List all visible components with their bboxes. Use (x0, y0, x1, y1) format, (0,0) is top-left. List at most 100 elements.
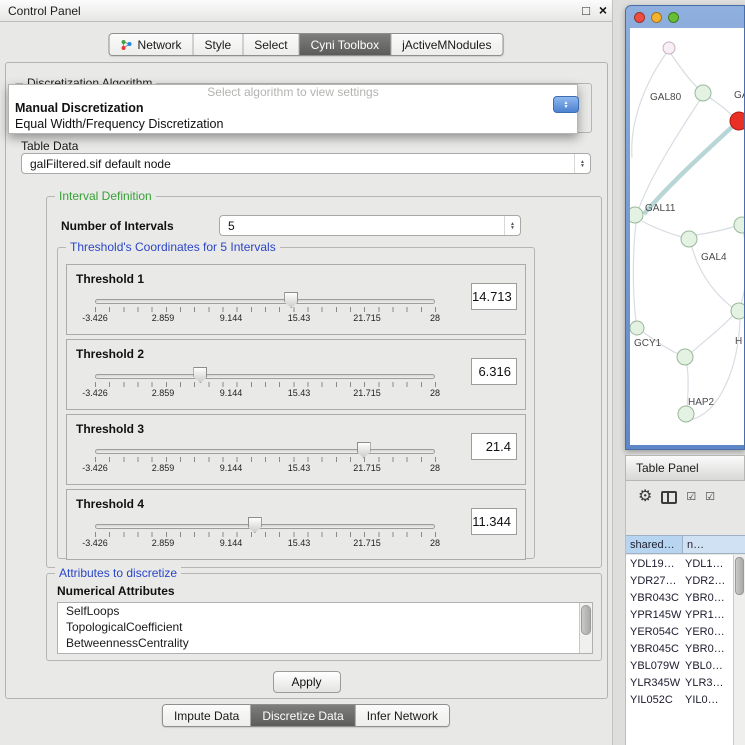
table-scrollbar-thumb[interactable] (735, 557, 744, 595)
network-node[interactable] (681, 231, 697, 247)
table-scrollbar[interactable] (733, 555, 745, 745)
network-edge[interactable] (671, 54, 698, 88)
threshold-2-value-field[interactable]: 6.316 (471, 358, 517, 385)
network-canvas[interactable]: GAL80GAGAL11GAL4GCY1HAP2H (630, 28, 744, 445)
threshold-4-value-field[interactable]: 11.344 (471, 508, 517, 535)
network-node[interactable] (630, 321, 644, 335)
cell-shared-name[interactable]: YBL079W (626, 660, 683, 672)
cell-shared-name[interactable]: YER054C (626, 626, 683, 638)
cell-name[interactable]: YPR1… (683, 609, 733, 621)
columns-icon[interactable] (661, 491, 677, 504)
numerical-attributes-list[interactable]: SelfLoopsTopologicalCoefficientBetweenne… (57, 602, 593, 654)
network-node[interactable] (695, 85, 711, 101)
close-icon[interactable]: × (599, 2, 607, 18)
slider-thumb[interactable] (357, 442, 371, 458)
network-edge[interactable] (741, 232, 744, 304)
slider-thumb[interactable] (248, 517, 262, 533)
cell-name[interactable]: YBL0… (683, 660, 733, 672)
network-node[interactable] (630, 207, 643, 223)
network-node[interactable] (730, 112, 744, 130)
network-node[interactable] (663, 42, 675, 54)
table-row[interactable]: YLR345WYLR3… (626, 674, 733, 691)
column-header-shared-name[interactable]: shared… (626, 536, 683, 553)
network-edge[interactable] (696, 226, 736, 235)
table-row[interactable]: YBR045CYBR0… (626, 640, 733, 657)
cell-name[interactable]: YLR3… (683, 677, 733, 689)
threshold-1-slider[interactable] (95, 291, 435, 311)
cell-shared-name[interactable]: YDR27… (626, 575, 683, 587)
tab-jactivemnodules[interactable]: jActiveMNodules (391, 34, 502, 55)
threshold-label: Threshold 2 (76, 347, 144, 361)
attribute-item[interactable]: SelfLoops (58, 603, 592, 619)
bottom-tab-discretize-data[interactable]: Discretize Data (251, 705, 355, 726)
threshold-1-value-field[interactable]: 14.713 (471, 283, 517, 310)
slider-thumb[interactable] (193, 367, 207, 383)
tab-network[interactable]: Network (110, 34, 194, 55)
network-node[interactable] (734, 217, 744, 233)
number-of-intervals-combo[interactable]: 5 ▲▼ (219, 215, 521, 236)
network-edge[interactable] (692, 316, 732, 352)
tab-style[interactable]: Style (194, 34, 244, 55)
bottom-tab-infer-network[interactable]: Infer Network (356, 705, 449, 726)
minimize-traffic-light-icon[interactable] (651, 12, 662, 23)
cell-name[interactable]: YIL0… (683, 694, 733, 706)
threshold-3-value-field[interactable]: 21.4 (471, 433, 517, 460)
cell-name[interactable]: YBR0… (683, 643, 733, 655)
slider-track[interactable] (95, 374, 435, 379)
cell-shared-name[interactable]: YIL052C (626, 694, 683, 706)
zoom-traffic-light-icon[interactable] (668, 12, 679, 23)
network-edge[interactable] (642, 221, 682, 237)
cell-shared-name[interactable]: YPR145W (626, 609, 683, 621)
network-node[interactable] (678, 406, 694, 422)
attributes-scrollbar-thumb[interactable] (581, 605, 591, 635)
table-row[interactable]: YDL19…YDL1… (626, 555, 733, 572)
attribute-item[interactable]: TopologicalCoefficient (58, 619, 592, 635)
combo-stepper-icon[interactable]: ▲▼ (574, 154, 590, 173)
cell-name[interactable]: YDR2… (683, 575, 733, 587)
cell-name[interactable]: YDL1… (683, 558, 733, 570)
tab-select[interactable]: Select (243, 34, 299, 55)
network-node[interactable] (677, 349, 693, 365)
slider-track[interactable] (95, 449, 435, 454)
algorithm-option[interactable]: Equal Width/Frequency Discretization (9, 116, 577, 132)
combo-stepper-icon[interactable]: ▲▼ (504, 216, 520, 235)
network-edge[interactable] (639, 100, 700, 208)
bottom-tab-impute-data[interactable]: Impute Data (163, 705, 251, 726)
float-window-icon[interactable]: □ (582, 3, 590, 18)
network-edge[interactable] (710, 98, 733, 117)
threshold-2-slider[interactable] (95, 366, 435, 386)
table-row[interactable]: YIL052CYIL0… (626, 691, 733, 708)
threshold-4-slider[interactable] (95, 516, 435, 536)
checkbox-icon[interactable]: ☑ (705, 491, 715, 503)
table-data-combo[interactable]: galFiltered.sif default node ▲▼ (21, 153, 591, 174)
column-header-name[interactable]: n… (683, 536, 745, 553)
algorithm-option[interactable]: Manual Discretization (9, 100, 577, 116)
network-edge[interactable] (632, 48, 670, 158)
table-row[interactable]: YER054CYER0… (626, 623, 733, 640)
apply-button[interactable]: Apply (272, 671, 340, 693)
threshold-3-box: Threshold 3-3.4262.8599.14415.4321.71528… (66, 414, 526, 485)
attribute-item[interactable]: BetweennessCentrality (58, 635, 592, 651)
network-node[interactable] (731, 303, 744, 319)
gear-icon[interactable]: ⚙ (638, 489, 652, 505)
checkbox-icon[interactable]: ☑ (686, 491, 696, 503)
table-row[interactable]: YBR043CYBR0… (626, 589, 733, 606)
close-traffic-light-icon[interactable] (634, 12, 645, 23)
slider-track[interactable] (95, 299, 435, 304)
table-row[interactable]: YPR145WYPR1… (626, 606, 733, 623)
cell-name[interactable]: YBR0… (683, 592, 733, 604)
slider-track[interactable] (95, 524, 435, 529)
cell-shared-name[interactable]: YLR345W (626, 677, 683, 689)
attributes-scrollbar[interactable] (579, 603, 592, 653)
cell-shared-name[interactable]: YBR043C (626, 592, 683, 604)
table-row[interactable]: YDR27…YDR2… (626, 572, 733, 589)
cell-shared-name[interactable]: YBR045C (626, 643, 683, 655)
network-edge[interactable] (633, 223, 636, 321)
threshold-3-slider[interactable] (95, 441, 435, 461)
table-row[interactable]: YBL079WYBL0… (626, 657, 733, 674)
cell-shared-name[interactable]: YDL19… (626, 558, 683, 570)
tab-cyni-toolbox[interactable]: Cyni Toolbox (300, 34, 391, 55)
cell-name[interactable]: YER0… (683, 626, 733, 638)
slider-thumb[interactable] (284, 292, 298, 308)
algorithm-combo-stepper-icon[interactable]: ▲▼ (553, 96, 579, 113)
